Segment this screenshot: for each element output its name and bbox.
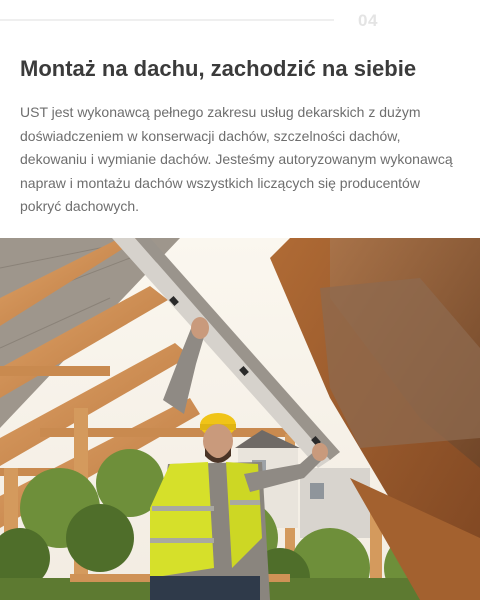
roofer-photo: [0, 238, 480, 600]
section-title: Montaż na dachu, zachodzić na siebie: [20, 56, 417, 81]
section-description: UST jest wykonawcą pełnego zakresu usług…: [20, 104, 453, 214]
roof-service-card: 04 Montaż na dachu, zachodzić na siebie …: [0, 0, 480, 600]
divider-line: [0, 19, 334, 21]
step-number: 04: [358, 11, 378, 30]
